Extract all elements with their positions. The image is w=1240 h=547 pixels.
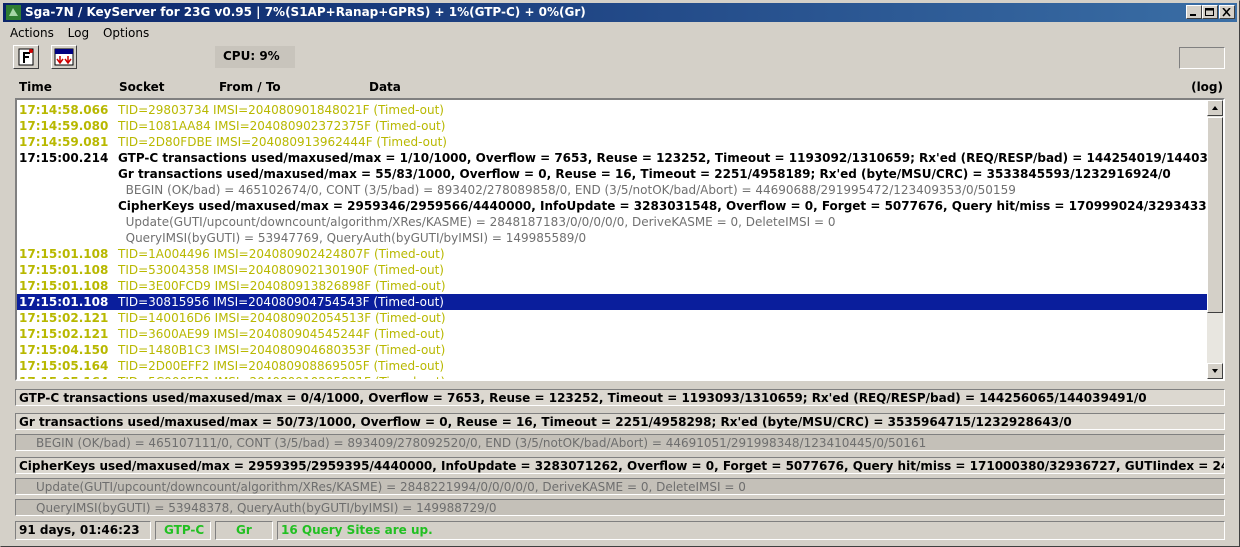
query-stats: QueryIMSI(byGUTI) = 53948378, QueryAuth(… [15,499,1225,516]
arrow-down-icon [1212,369,1218,373]
gtpc-status: GTP-C [155,521,211,540]
minimize-button[interactable] [1186,5,1202,19]
log-time: 17:15:04.150 [19,343,109,357]
log-time: 17:14:58.066 [19,103,109,117]
log-time: 17:15:02.121 [19,327,109,341]
status-message: 16 Query Sites are up. [277,521,1225,540]
auto-scroll-button[interactable] [51,45,77,69]
log-row[interactable]: 17:14:58.066 TID=29803734 IMSI=2040809018… [17,102,1207,118]
window-title: Sga-7N / KeyServer for 23G v0.95 | 7%(S1… [25,5,586,19]
log-time: 17:15:02.121 [19,311,109,325]
log-time: 17:15:05.164 [19,359,109,373]
menu-log[interactable]: Log [63,24,94,42]
log-text: QueryIMSI(byGUTI) = 53947769, QueryAuth(… [118,231,587,245]
status-panel [1179,47,1225,69]
log-text: TID=5C0005B1 IMSI=204080910205821F (Time… [118,374,445,379]
col-time[interactable]: Time [19,80,52,94]
log-row[interactable]: BEGIN (OK/bad) = 465102674/0, CONT (3/5/… [17,182,1207,198]
close-button[interactable] [1219,5,1235,19]
log-row[interactable]: 17:14:59.080 TID=1081AA84 IMSI=2040809023… [17,118,1207,134]
col-from-to[interactable]: From / To [219,80,281,94]
col-log[interactable]: (log) [1191,80,1223,94]
log-text: TID=1480B1C3 IMSI=204080904680353F (Time… [118,343,446,357]
log-text: BEGIN (OK/bad) = 465102674/0, CONT (3/5/… [118,183,1016,197]
log-text: TID=30815956 IMSI=204080904754543F (Time… [118,295,444,309]
log-row[interactable]: Update(GUTI/upcount/downcount/algorithm/… [17,214,1207,230]
log-row[interactable]: 17:15:01.108 TID=3E00FCD9 IMSI=2040809138… [17,278,1207,294]
log-text: Gr transactions used/maxused/max = 55/83… [118,167,1171,181]
gr-stats: Gr transactions used/maxused/max = 50/73… [15,413,1225,430]
log-time: 17:14:59.081 [19,135,109,149]
log-row[interactable]: 17:15:01.108 TID=30815956 IMSI=2040809047… [17,294,1207,310]
log-time: 17:15:01.108 [19,263,109,277]
log-text: GTP-C transactions used/maxused/max = 1/… [118,151,1207,165]
gr-status: Gr [215,521,273,540]
close-icon [1222,8,1231,17]
scroll-up-button[interactable] [1207,100,1223,116]
minimize-icon [1190,14,1196,16]
title-bar[interactable]: Sga-7N / KeyServer for 23G v0.95 | 7%(S1… [3,3,1237,22]
menu-options[interactable]: Options [98,24,154,42]
log-row[interactable]: 17:15:04.150 TID=1480B1C3 IMSI=2040809046… [17,342,1207,358]
log-time: 17:15:01.108 [19,279,109,293]
log-row[interactable]: 17:15:02.121 TID=140016D6 IMSI=2040809020… [17,310,1207,326]
log-row[interactable]: CipherKeys used/maxused/max = 2959346/29… [17,198,1207,214]
maximize-icon [1205,8,1214,16]
log-time: 17:15:01.108 [19,295,109,309]
log-row[interactable]: QueryIMSI(byGUTI) = 53947769, QueryAuth(… [17,230,1207,246]
log-text: TID=3E00FCD9 IMSI=204080913826898F (Time… [118,279,446,293]
log-text: TID=1081AA84 IMSI=204080902372375F (Time… [118,119,446,133]
cpu-indicator: CPU: 9% [215,46,295,68]
uptime-panel: 91 days, 01:46:23 [15,521,151,540]
log-row[interactable]: 17:15:05.164 TID=2D00EFF2 IMSI=2040809088… [17,358,1207,374]
gtpc-stats: GTP-C transactions used/maxused/max = 0/… [15,389,1225,406]
log-row[interactable]: 17:15:01.108 TID=53004358 IMSI=2040809021… [17,262,1207,278]
auto-scroll-icon [54,48,74,66]
log-text: CipherKeys used/maxused/max = 2959346/29… [118,199,1207,213]
scroll-down-button[interactable] [1207,363,1223,379]
menu-bar: Actions Log Options [5,24,154,42]
log-row[interactable]: 17:15:02.121 TID=3600AE99 IMSI=2040809045… [17,326,1207,342]
log-row[interactable]: 17:15:05.164 TID=5C0005B1 IMSI=2040809102… [17,374,1207,379]
scroll-thumb[interactable] [1207,117,1223,313]
log-row[interactable]: Gr transactions used/maxused/max = 55/83… [17,166,1207,182]
log-text: TID=2D80FDBE IMSI=204080913962444F (Time… [118,135,447,149]
log-text: Update(GUTI/upcount/downcount/algorithm/… [118,215,836,229]
log-time: 17:15:05.164 [19,374,108,379]
log-rows: 17:14:58.066 TID=29803734 IMSI=2040809018… [17,100,1207,379]
filter-icon [18,48,34,66]
log-text: TID=1A004496 IMSI=204080902424807F (Time… [118,247,445,261]
log-time: 17:15:00.214 [19,151,109,165]
log-text: TID=2D00EFF2 IMSI=204080908869505F (Time… [118,359,445,373]
log-row[interactable]: 17:15:01.108 TID=1A004496 IMSI=2040809024… [17,246,1207,262]
maximize-button[interactable] [1202,5,1218,19]
log-time: 17:15:01.108 [19,247,109,261]
log-list[interactable]: 17:14:58.066 TID=29803734 IMSI=2040809018… [15,98,1225,381]
log-time: 17:14:59.080 [19,119,109,133]
update-stats: Update(GUTI/upcount/downcount/algorithm/… [15,478,1225,495]
cipherkeys-stats: CipherKeys used/maxused/max = 2959395/29… [15,457,1225,474]
begin-stats: BEGIN (OK/bad) = 465107111/0, CONT (3/5/… [15,434,1225,451]
filter-button[interactable] [13,45,39,69]
log-text: TID=53004358 IMSI=204080902130190F (Time… [118,263,444,277]
col-data[interactable]: Data [369,80,401,94]
arrow-up-icon [1212,106,1218,110]
log-row[interactable]: 17:15:00.214 GTP-C transactions used/maxu… [17,150,1207,166]
log-text: TID=29803734 IMSI=204080901848021F (Time… [118,103,444,117]
menu-actions[interactable]: Actions [5,24,59,42]
vertical-scrollbar[interactable] [1207,100,1223,379]
column-header: Time Socket From / To Data (log) [15,78,1225,96]
log-text: TID=140016D6 IMSI=204080902054513F (Time… [118,311,446,325]
main-window: Sga-7N / KeyServer for 23G v0.95 | 7%(S1… [0,0,1240,547]
col-socket[interactable]: Socket [119,80,165,94]
app-icon [6,5,21,20]
log-row[interactable]: 17:14:59.081 TID=2D80FDBE IMSI=2040809139… [17,134,1207,150]
log-text: TID=3600AE99 IMSI=204080904545244F (Time… [118,327,445,341]
